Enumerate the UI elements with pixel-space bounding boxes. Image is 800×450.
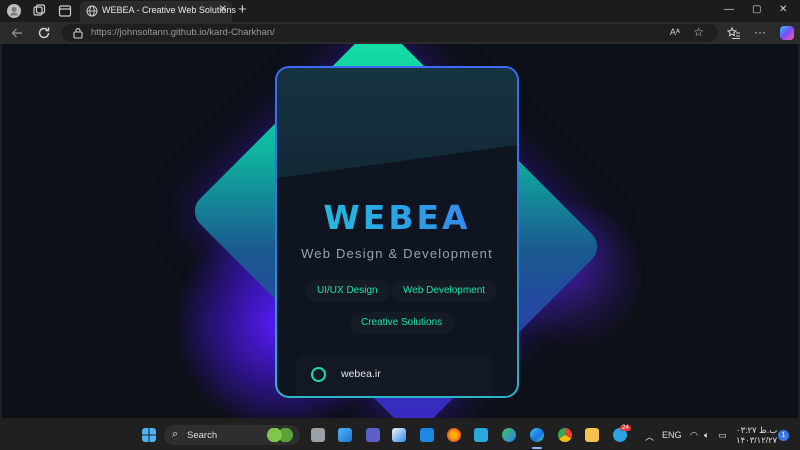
brand-tagline: Web Design & Development xyxy=(301,246,493,261)
volume-icon[interactable]: 🔈︎ xyxy=(704,430,709,441)
battery-icon[interactable]: ▭ xyxy=(718,430,727,441)
refresh-icon[interactable] xyxy=(36,25,52,41)
back-arrow-icon[interactable] xyxy=(9,25,25,41)
address-bar[interactable]: https://johnsoltann.github.io/kard-Chark… xyxy=(62,24,718,42)
globe-icon xyxy=(86,5,98,17)
minimize-button[interactable]: — xyxy=(724,4,734,15)
system-clock[interactable]: ۰۳:۲۷ ب.ظ ۱۴۰۳/۱۲/۲۷ xyxy=(736,425,777,445)
edge-icon[interactable] xyxy=(530,428,544,442)
telegram-badge: 24 xyxy=(620,425,631,431)
copilot-icon[interactable] xyxy=(780,26,794,40)
browser-title-bar: WEBEA - Creative Web Solutions ✕ + — ▢ ✕ xyxy=(0,0,800,22)
edge-dev-icon[interactable] xyxy=(502,428,516,442)
page-viewport: WEBEA Web Design & Development UI/UX Des… xyxy=(2,44,798,418)
card-sheen xyxy=(277,68,517,178)
service-pill-creative[interactable]: Creative Solutions xyxy=(349,312,455,334)
brand-card: WEBEA Web Design & Development UI/UX Des… xyxy=(275,66,519,398)
chrome-icon[interactable] xyxy=(558,428,572,442)
language-indicator[interactable]: ENG xyxy=(662,430,682,440)
widgets-icon[interactable] xyxy=(338,428,352,442)
url-domain: https://johnsoltann.github.io xyxy=(91,27,207,38)
mail-icon[interactable] xyxy=(420,428,434,442)
service-pill-uiux[interactable]: UI/UX Design xyxy=(305,280,390,302)
app-snowflake-icon[interactable] xyxy=(474,428,488,442)
url-text: https://johnsoltann.github.io/kard-Chark… xyxy=(91,27,275,38)
windows-taskbar: ⌕ Search 24 ︿ ENG ◠ 🔈︎ ▭ ۰۳:۲۷ ب.ظ ۱۴۰۳/… xyxy=(0,420,800,450)
store-icon[interactable] xyxy=(392,428,406,442)
favorite-star-icon[interactable]: ☆ xyxy=(693,25,704,39)
file-explorer-icon[interactable] xyxy=(585,428,599,442)
browser-toolbar: https://johnsoltann.github.io/kard-Chark… xyxy=(0,22,800,44)
close-tab-icon[interactable]: ✕ xyxy=(219,4,227,15)
service-pill-webdev[interactable]: Web Development xyxy=(391,280,498,302)
active-app-indicator xyxy=(532,447,542,449)
brand-title: WEBEA xyxy=(277,198,517,237)
new-tab-button[interactable]: + xyxy=(238,1,247,18)
contact-site[interactable]: webea.ir xyxy=(341,368,381,380)
teams-icon[interactable] xyxy=(366,428,380,442)
tray-chevron-icon[interactable]: ︿ xyxy=(645,430,654,443)
maximize-button[interactable]: ▢ xyxy=(752,4,761,15)
profile-avatar-icon[interactable] xyxy=(7,4,21,18)
windows-start-icon[interactable] xyxy=(142,428,156,442)
firefox-icon[interactable] xyxy=(447,428,461,442)
search-label: Search xyxy=(187,430,218,441)
clock-date: ۱۴۰۳/۱۲/۲۷ xyxy=(736,435,778,445)
favorites-icon[interactable] xyxy=(726,25,742,41)
taskbar-search[interactable]: ⌕ Search xyxy=(164,425,300,445)
close-window-button[interactable]: ✕ xyxy=(779,4,787,15)
clock-time: ۰۳:۲۷ ب.ظ xyxy=(736,425,778,435)
search-icon: ⌕ xyxy=(172,428,179,440)
circle-icon xyxy=(311,367,326,382)
task-view-icon[interactable] xyxy=(311,428,325,442)
notification-badge[interactable]: 1 xyxy=(778,430,789,441)
workspaces-icon[interactable] xyxy=(32,4,46,18)
wifi-icon[interactable]: ◠ xyxy=(690,430,698,441)
tab-webea[interactable]: WEBEA - Creative Web Solutions ✕ xyxy=(80,1,236,22)
search-highlight-icon xyxy=(266,428,294,442)
url-path: /kard-Charkhan/ xyxy=(206,27,275,38)
tab-actions-icon[interactable] xyxy=(58,4,72,18)
contact-row[interactable]: webea.ir xyxy=(297,354,493,396)
lock-icon[interactable] xyxy=(72,27,84,39)
read-aloud-icon[interactable]: Aᴬ xyxy=(670,27,680,37)
tab-title: WEBEA - Creative Web Solutions xyxy=(102,5,236,15)
more-menu-icon[interactable]: ··· xyxy=(754,25,766,39)
